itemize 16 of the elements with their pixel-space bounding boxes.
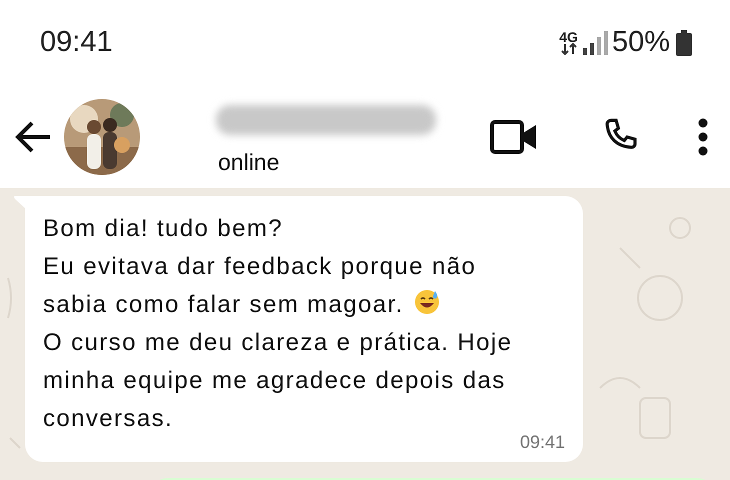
message-text: conversas.: [43, 405, 174, 432]
message-time: 09:41: [518, 432, 565, 452]
battery-percent: 50%: [612, 26, 670, 59]
signal-icon: [582, 30, 608, 56]
message-text: O curso me deu clareza e prática. Hoje: [43, 329, 512, 356]
message-text: sabia como falar sem magoar.: [43, 291, 404, 318]
message-text: minha equipe me agradece depois das: [43, 367, 506, 394]
network-type: 4G: [559, 30, 578, 54]
back-arrow-icon[interactable]: [14, 120, 52, 154]
battery-icon: [676, 30, 692, 56]
message-text: Eu evitava dar feedback porque não: [43, 253, 476, 280]
video-camera-icon[interactable]: [490, 120, 538, 154]
clock-time: 09:41: [40, 26, 114, 59]
contact-status: online: [218, 149, 280, 176]
message-text: Bom dia! tudo bem?: [43, 215, 283, 242]
more-options-icon[interactable]: [698, 118, 708, 156]
